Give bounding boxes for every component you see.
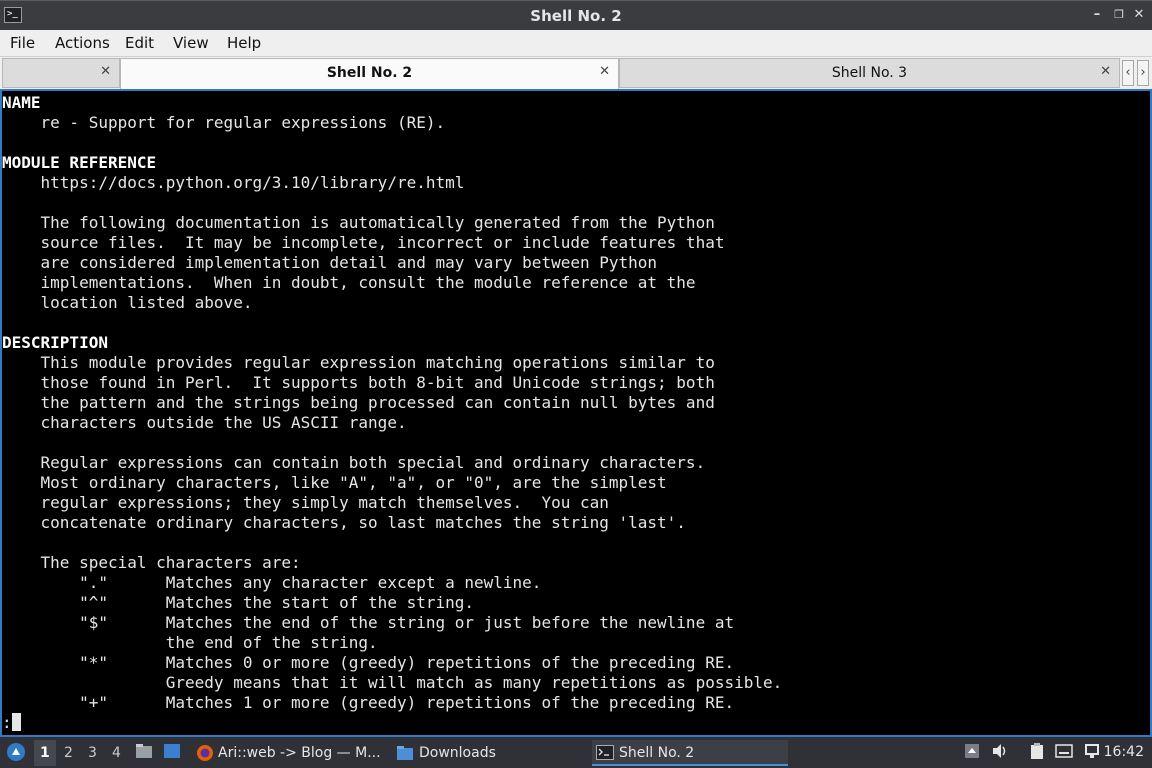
terminal-line: The special characters are: bbox=[2, 553, 301, 572]
terminal-line: "*" Matches 0 or more (greedy) repetitio… bbox=[2, 653, 735, 672]
menu-actions[interactable]: Actions bbox=[55, 34, 110, 52]
terminal-line: are considered implementation detail and… bbox=[2, 253, 658, 272]
close-icon[interactable]: ✕ bbox=[1100, 64, 1111, 79]
terminal-line: regular expressions; they simply match t… bbox=[2, 493, 609, 512]
terminal-line: those found in Perl. It supports both 8-… bbox=[2, 373, 715, 392]
clock: 16:42 bbox=[1103, 744, 1144, 760]
task-firefox[interactable]: Ari::web -> Blog — M... bbox=[194, 740, 384, 766]
terminal-line: The following documentation is automatic… bbox=[2, 213, 715, 232]
terminal-line: Greedy means that it will match as many … bbox=[2, 673, 783, 692]
window-titlebar[interactable]: >_ Shell No. 2 – ❐ ✕ bbox=[0, 0, 1152, 30]
tab-shell-1[interactable]: ✕ bbox=[2, 58, 120, 88]
terminal-output: NAME re - Support for regular expression… bbox=[2, 91, 1150, 733]
close-icon[interactable]: ✕ bbox=[599, 64, 610, 79]
terminal-line: This module provides regular expression … bbox=[2, 353, 715, 372]
terminal-line: https://docs.python.org/3.10/library/re.… bbox=[2, 173, 465, 192]
terminal-line: "$" Matches the end of the string or jus… bbox=[2, 613, 735, 632]
workspace-1[interactable]: 1 bbox=[40, 745, 50, 761]
workspace-2[interactable]: 2 bbox=[64, 745, 73, 761]
terminal-line: re - Support for regular expressions (RE… bbox=[2, 113, 446, 132]
window-title: Shell No. 2 bbox=[530, 7, 622, 25]
network-icon[interactable] bbox=[1083, 743, 1101, 759]
minimize-button[interactable]: – bbox=[1088, 6, 1106, 24]
tab-bar: ✕ Shell No. 2 ✕ Shell No. 3 ✕ bbox=[0, 57, 1152, 89]
menu-edit[interactable]: Edit bbox=[125, 34, 154, 52]
start-menu-icon[interactable] bbox=[6, 742, 26, 762]
menu-file[interactable]: File bbox=[10, 34, 35, 52]
file-manager-icon[interactable] bbox=[135, 743, 153, 759]
terminal-line: source files. It may be incomplete, inco… bbox=[2, 233, 725, 252]
tab-label: Shell No. 2 bbox=[326, 65, 413, 81]
keyboard-icon[interactable] bbox=[1055, 743, 1073, 759]
terminal-line: concatenate ordinary characters, so last… bbox=[2, 513, 686, 532]
manpage-section-heading: DESCRIPTION bbox=[2, 333, 108, 352]
terminal-line: the end of the string. bbox=[2, 633, 378, 652]
text-cursor bbox=[11, 713, 21, 731]
restore-button[interactable]: ❐ bbox=[1110, 6, 1128, 24]
tray-expand-icon[interactable] bbox=[963, 743, 981, 759]
volume-icon[interactable] bbox=[991, 743, 1009, 759]
terminal-line: "." Matches any character except a newli… bbox=[2, 573, 542, 592]
terminal-line: "+" Matches 1 or more (greedy) repetitio… bbox=[2, 693, 735, 712]
menu-view[interactable]: View bbox=[173, 34, 209, 52]
firefox-icon bbox=[197, 745, 213, 761]
close-button[interactable]: ✕ bbox=[1130, 6, 1148, 24]
terminal-line: Most ordinary characters, like "A", "a",… bbox=[2, 473, 667, 492]
manpage-section-heading: MODULE REFERENCE bbox=[2, 153, 157, 172]
close-icon[interactable]: ✕ bbox=[100, 64, 111, 79]
workspace-4[interactable]: 4 bbox=[112, 745, 121, 761]
tab-shell-2[interactable]: Shell No. 2 ✕ bbox=[120, 58, 619, 89]
terminal-line: "^" Matches the start of the string. bbox=[2, 593, 475, 612]
taskbar: 1 2 3 4 Ari::web -> Blog — M... Download… bbox=[0, 737, 1152, 768]
tab-shell-3[interactable]: Shell No. 3 ✕ bbox=[619, 58, 1120, 88]
workspace-3[interactable]: 3 bbox=[88, 745, 97, 761]
task-label: Downloads bbox=[419, 745, 496, 761]
menu-help[interactable]: Help bbox=[227, 34, 261, 52]
manpage-section-heading: NAME bbox=[2, 93, 41, 112]
terminal-line: Regular expressions can contain both spe… bbox=[2, 453, 706, 472]
terminal-line: location listed above. bbox=[2, 293, 253, 312]
tab-scroll-left-icon[interactable]: ‹ bbox=[1122, 60, 1134, 86]
tab-scroll-right-icon[interactable]: › bbox=[1137, 60, 1149, 86]
terminal-line: the pattern and the strings being proces… bbox=[2, 393, 715, 412]
terminal-icon bbox=[596, 745, 614, 760]
task-shell-2[interactable]: Shell No. 2 bbox=[592, 740, 788, 766]
folder-icon bbox=[397, 746, 413, 760]
clipboard-icon[interactable] bbox=[1028, 743, 1046, 759]
terminal-line: characters outside the US ASCII range. bbox=[2, 413, 407, 432]
task-label: Shell No. 2 bbox=[619, 745, 695, 761]
pager-prompt[interactable]: : bbox=[2, 713, 12, 732]
task-label: Ari::web -> Blog — M... bbox=[218, 745, 381, 761]
task-downloads[interactable]: Downloads bbox=[394, 740, 584, 766]
desktop-icon[interactable] bbox=[163, 743, 181, 759]
tab-label: Shell No. 3 bbox=[831, 65, 908, 81]
menu-bar: File Actions Edit View Help bbox=[0, 30, 1152, 57]
terminal-line: implementations. When in doubt, consult … bbox=[2, 273, 696, 292]
terminal-view[interactable]: NAME re - Support for regular expression… bbox=[0, 89, 1152, 737]
